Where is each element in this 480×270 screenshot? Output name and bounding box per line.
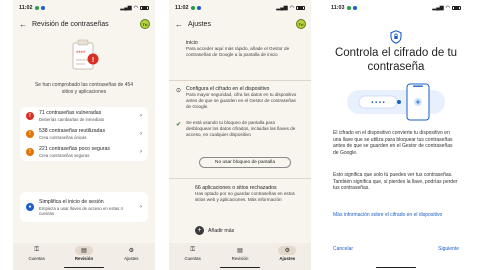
page-title: Ajustes [188,20,211,28]
notification-icon [40,6,45,10]
encryption-info-screen: 11:03 ▂▄▆ ◠ Controla el cifrado de tu con… [325,0,467,270]
gear-icon: ⚙ [278,246,297,255]
chevron-right-icon: › [140,131,142,137]
status-bar: 11:02 ▂▄▆ ◠ [175,4,305,12]
battery-icon [452,5,461,11]
bottom-navigation: ⚿ Cuentas ▤ Revisión ⚙ Ajustes [13,243,155,270]
page-title: Revisión de contraseñas [32,20,109,28]
app-bar: ← Ajustes Tri [174,17,306,31]
nav-settings[interactable]: ⚙ Ajustes [113,246,149,261]
dialog-actions: Cancelar Siguiente [333,246,459,252]
nav-settings[interactable]: ⚙ Ajustes [269,246,305,261]
disable-screenlock-button[interactable]: No usar bloqueo de pantalla [199,157,291,168]
wifi-icon: ◠ [133,5,138,11]
page-title: Controla el cifrado de tu contraseña [334,47,458,73]
home-shortcut-section[interactable]: inicio Para acceder aquí más rápido, aña… [186,40,301,58]
app-bar: ← Revisión de contraseñas Tri [18,17,150,31]
issue-subtitle: Deberías cambiarlas de inmediato [39,117,105,122]
passkey-icon: ● [26,203,34,211]
nav-review[interactable]: ▤ Revisión [222,246,258,261]
warning-icon: ! [26,148,34,156]
shield-icon [390,30,402,44]
home-indicator [376,266,416,268]
encryption-section[interactable]: Configura el cifrado en el dispositivo P… [186,86,301,110]
whatsapp-icon [34,6,39,10]
review-icon: ▤ [74,246,93,255]
notification-icon [196,6,201,10]
svg-text:****: **** [76,51,86,57]
key-icon: ⚿ [34,247,39,253]
nav-accounts[interactable]: ⚿ Cuentas [19,246,55,261]
whatsapp-icon [346,6,351,10]
clipboard-alert-illustration: **** ! [72,39,99,70]
encryption-explanation: El cifrado en el dispositivo convierte t… [333,130,453,156]
issue-title: 221 contraseñas poco seguras [39,146,110,152]
signal-icon: ▂▄▆ [120,5,132,11]
add-more-label: Añadir más [208,227,235,234]
encryption-warning: Esto significa que solo tú puedes ver tu… [333,172,458,192]
status-bar: 11:03 ▂▄▆ ◠ [331,4,461,12]
svg-text:!: ! [92,57,94,64]
whatsapp-icon [190,6,195,10]
review-icon: ▤ [237,248,243,254]
status-time: 11:02 [19,5,33,11]
status-time: 11:03 [331,5,345,11]
passkey-title: Simplifica el inicio de sesión [39,198,104,205]
back-arrow-icon[interactable]: ← [174,20,184,29]
chevron-right-icon: › [140,113,142,119]
wifi-icon: ◠ [445,5,450,11]
signal-icon: ▂▄▆ [432,5,444,11]
alert-icon: ! [26,112,34,120]
status-time: 11:02 [175,5,189,11]
passkey-subtitle: Empieza a usar llaves de acceso en estas… [39,205,123,216]
battery-icon [140,5,149,11]
next-button[interactable]: Siguiente [438,246,459,252]
checkup-description: Se han comprobado las contraseñas de 454… [34,82,134,95]
encryption-illustration: • • • • [347,83,445,121]
issue-title: 538 contraseñas reutilizadas [39,128,106,134]
key-icon: ⚿ [190,247,195,253]
warning-icon: ! [26,130,34,138]
avatar[interactable]: Tri [296,19,306,29]
issue-row-weak[interactable]: ! 221 contraseñas poco seguras Crea contr… [20,143,148,161]
gear-icon: ⚙ [128,248,134,254]
battery-icon [296,5,305,11]
issues-card: ! 71 contraseñas vulneradas Deberías camb… [20,107,148,161]
issue-row-reused[interactable]: ! 538 contraseñas reutilizadas Crea contr… [20,125,148,143]
signal-icon: ▂▄▆ [276,5,288,11]
passkey-card[interactable]: ● Simplifica el inicio de sesión Empieza … [20,192,148,222]
issue-subtitle: Crea contraseñas únicas [39,135,87,140]
notification-icon [352,6,357,10]
svg-text:• • • •: • • • • [371,101,384,107]
issue-subtitle: Crea contraseñas seguras [39,153,90,158]
nav-review[interactable]: ▤ Revisión [66,246,102,261]
divider [169,80,311,81]
section-text: Para mayor seguridad, cifra los datos en… [186,92,297,109]
settings-screen: 11:02 ▂▄▆ ◠ ← Ajustes Tri inicio Para acc… [169,0,311,270]
password-checkup-screen: 11:02 ▂▄▆ ◠ ← Revisión de contraseñas Tri… [13,0,155,270]
cancel-button[interactable]: Cancelar [333,246,353,252]
learn-more-link[interactable]: Más información sobre el cifrado en el d… [333,212,459,219]
home-indicator [220,266,260,268]
back-arrow-icon[interactable]: ← [18,20,28,29]
lock-icon: ⊙ [175,88,182,94]
nav-accounts[interactable]: ⚿ Cuentas [175,246,211,261]
divider [169,178,311,179]
bottom-navigation: ⚿ Cuentas ▤ Revisión ⚙ Ajustes [169,243,311,270]
chevron-right-icon: › [140,204,142,210]
home-indicator [64,266,104,268]
section-text: Has optado por no guardar contraseñas en… [195,191,295,202]
chevron-right-icon: › [140,149,142,155]
plus-icon: + [195,226,204,235]
add-more-button[interactable]: + Añadir más [195,226,234,235]
rejected-sites-section: 66 aplicaciones o sitios rechazados Has … [195,185,301,203]
status-bar: 11:02 ▂▄▆ ◠ [19,4,149,12]
wifi-icon: ◠ [289,5,294,11]
section-text: Para acceder aquí más rápido, añade el G… [186,46,290,57]
check-circle-icon: ✔ [175,122,182,128]
avatar[interactable]: Tri [140,19,150,29]
issue-title: 71 contraseñas vulneradas [39,110,102,116]
issue-row-compromised[interactable]: ! 71 contraseñas vulneradas Deberías camb… [20,107,148,125]
screenlock-status: Se está usando tu bloqueo de pantalla pa… [186,120,296,137]
